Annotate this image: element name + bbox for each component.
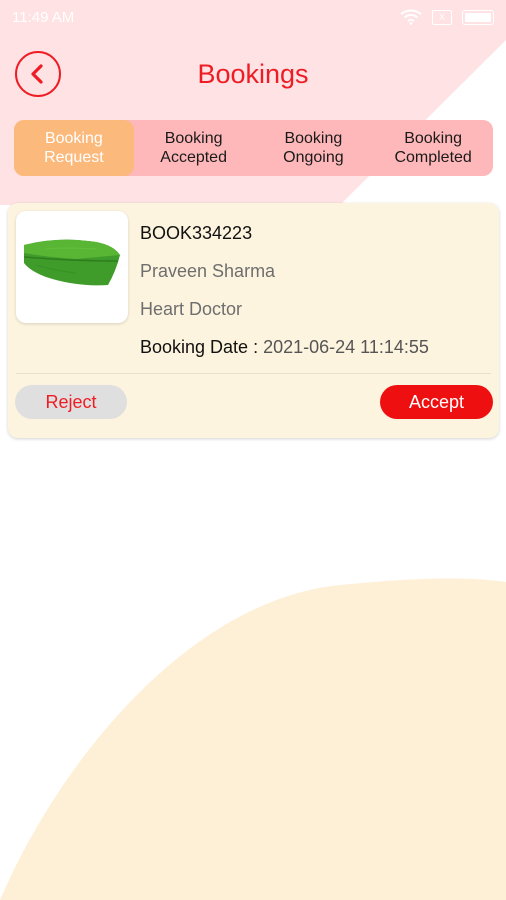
booking-date-label: Booking Date :: [140, 337, 264, 357]
sim-icon: X: [432, 9, 452, 25]
reject-button[interactable]: Reject: [15, 385, 127, 419]
battery-icon: [462, 9, 494, 25]
status-bar: 11:49 AM X: [0, 0, 506, 34]
booking-date-row: Booking Date : 2021-06-24 11:14:55: [140, 335, 429, 373]
header: Bookings: [0, 45, 506, 105]
accept-button[interactable]: Accept: [380, 385, 493, 419]
tab-booking-completed[interactable]: Booking Completed: [373, 120, 493, 176]
status-time: 11:49 AM: [12, 8, 75, 26]
leaf-image: [23, 239, 120, 286]
tab-booking-ongoing[interactable]: Booking Ongoing: [254, 120, 374, 176]
card-divider: [16, 373, 491, 374]
booking-tabs: Booking Request Booking Accepted Booking…: [14, 120, 493, 176]
booking-card: BOOK334223 Praveen Sharma Heart Doctor B…: [8, 203, 499, 438]
doctor-specialty: Heart Doctor: [140, 299, 243, 319]
wifi-icon: [400, 9, 422, 25]
status-icons: X: [400, 9, 494, 25]
page-title: Bookings: [197, 59, 309, 89]
bottom-cream-shape: [0, 578, 506, 900]
booking-date-value: 2021-06-24 11:14:55: [263, 337, 429, 357]
booking-id: BOOK334223: [140, 223, 253, 243]
booking-info: BOOK334223 Praveen Sharma Heart Doctor B…: [140, 221, 429, 373]
customer-name: Praveen Sharma: [140, 261, 276, 281]
tab-booking-request[interactable]: Booking Request: [14, 120, 134, 176]
tab-booking-accepted[interactable]: Booking Accepted: [134, 120, 254, 176]
booking-thumbnail: [16, 211, 128, 323]
